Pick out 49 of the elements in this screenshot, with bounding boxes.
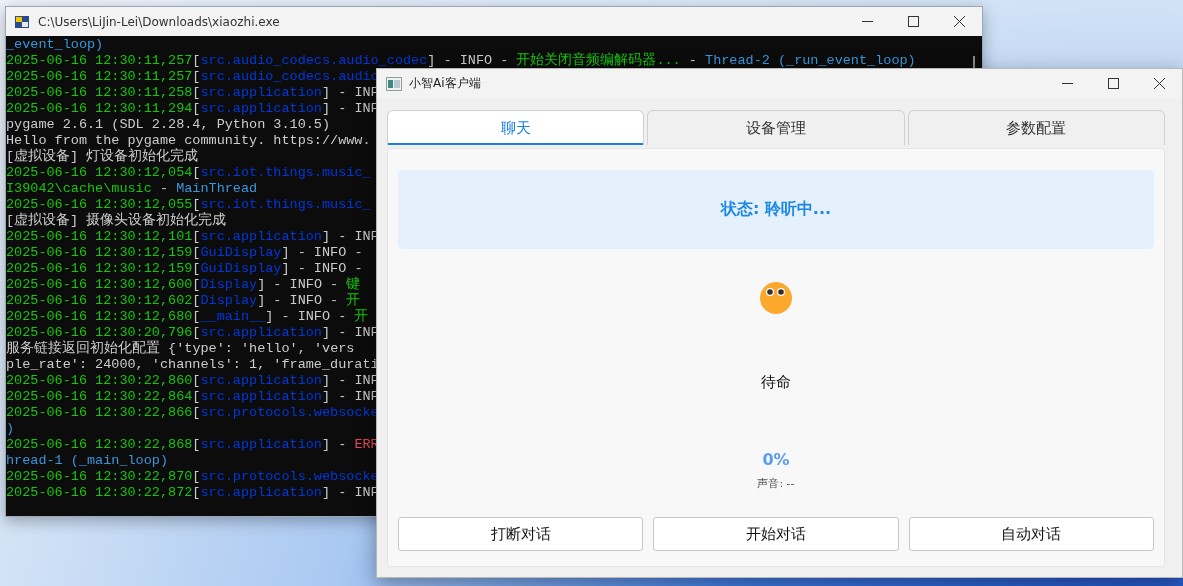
- log-line: 2025-06-16 12:30:12,055[src.iot.things.music_: [6, 197, 371, 212]
- log-line: 2025-06-16 12:30:12,600[Display] - INFO - 键: [6, 277, 361, 293]
- window-title: C:\Users\LiJin-Lei\Downloads\xiaozhi.exe: [38, 14, 281, 29]
- log-line: [虚拟设备] 摄像头设备初始化完成: [6, 213, 227, 229]
- app-icon: [386, 76, 402, 91]
- log-line: 2025-06-16 12:30:12,159[GuiDisplay] - INFO -: [6, 261, 364, 277]
- log-line: 2025-06-16 12:30:12,680[__main__] - INFO - 开: [6, 309, 369, 325]
- log-line: 2025-06-16 12:30:12,159[GuiDisplay] - INFO -: [6, 245, 364, 261]
- action-button[interactable]: 开始对话: [653, 517, 899, 551]
- log-line: ): [6, 421, 15, 437]
- close-icon[interactable]: [953, 16, 965, 27]
- log-line: 2025-06-16 12:30:11,294[src.application] - INF: [6, 101, 379, 117]
- minimize-icon[interactable]: [1061, 82, 1073, 85]
- log-line: 2025-06-16 12:30:12,101[src.application] - INF: [6, 229, 379, 245]
- log-line: I39042\cache\music - MainThread: [6, 181, 258, 197]
- log-line: 2025-06-16 12:30:11,257[src.audio_codecs.audio_codec] - INFO - 开始关闭音频编解码器... - Thread-2 (_run_event_loop): [6, 53, 916, 69]
- maximize-icon[interactable]: [1107, 78, 1119, 89]
- maximize-icon[interactable]: [907, 16, 919, 27]
- tab[interactable]: 聊天: [387, 110, 645, 145]
- log-line: pygame 2.6.1 (SDL 2.28.4, Python 3.10.5): [6, 117, 331, 133]
- terminal-icon: [14, 13, 30, 30]
- log-line: 2025-06-16 12:30:22,866[src.protocols.websocke: [6, 405, 379, 421]
- log-line: 2025-06-16 12:30:12,054[src.iot.things.music_: [6, 165, 371, 181]
- log-line: Hello from the pygame community. https://www.: [6, 133, 371, 148]
- log-line: [虚拟设备] 灯设备初始化完成: [6, 149, 199, 165]
- log-line: 2025-06-16 12:30:22,860[src.application] - INF: [6, 373, 379, 389]
- log-line: 2025-06-16 12:30:22,864[src.application] - INF: [6, 389, 379, 405]
- action-button[interactable]: 自动对话: [908, 517, 1154, 551]
- log-line: _event_loop): [6, 37, 104, 53]
- volume-percent: 0%: [762, 450, 790, 469]
- action-button[interactable]: 打断对话: [398, 517, 644, 551]
- log-line: 2025-06-16 12:30:22,870[src.protocols.websocke: [6, 469, 379, 485]
- tab[interactable]: 设备管理: [647, 110, 905, 145]
- log-line: ple_rate': 24000, 'channels': 1, 'frame_durati: [6, 357, 379, 373]
- log-line: 2025-06-16 12:30:12,602[Display] - INFO - 开: [6, 293, 361, 309]
- volume-label: 声音: --: [757, 476, 795, 491]
- emotion-text: 待命: [761, 373, 791, 392]
- log-line: 2025-06-16 12:30:11,257[src.audio_codecs.audio: [6, 69, 379, 85]
- face-icon: [759, 281, 793, 315]
- log-line: hread-1 (_main_loop): [6, 453, 169, 469]
- minimize-icon[interactable]: [861, 20, 873, 23]
- tab[interactable]: 参数配置: [907, 110, 1165, 145]
- window-title: 小智Ai客户端: [409, 75, 482, 92]
- log-line: 2025-06-16 12:30:20,796[src.application] - INF: [6, 325, 379, 340]
- status-text: 状态: 聆听中...: [398, 170, 1154, 249]
- close-icon[interactable]: [1153, 78, 1165, 89]
- log-line: 服务链接返回初始化配置 {'type': 'hello', 'vers: [6, 341, 355, 357]
- log-line: 2025-06-16 12:30:11,258[src.application] - INF: [6, 85, 379, 101]
- log-line: 2025-06-16 12:30:22,872[src.application] - INF: [6, 485, 379, 501]
